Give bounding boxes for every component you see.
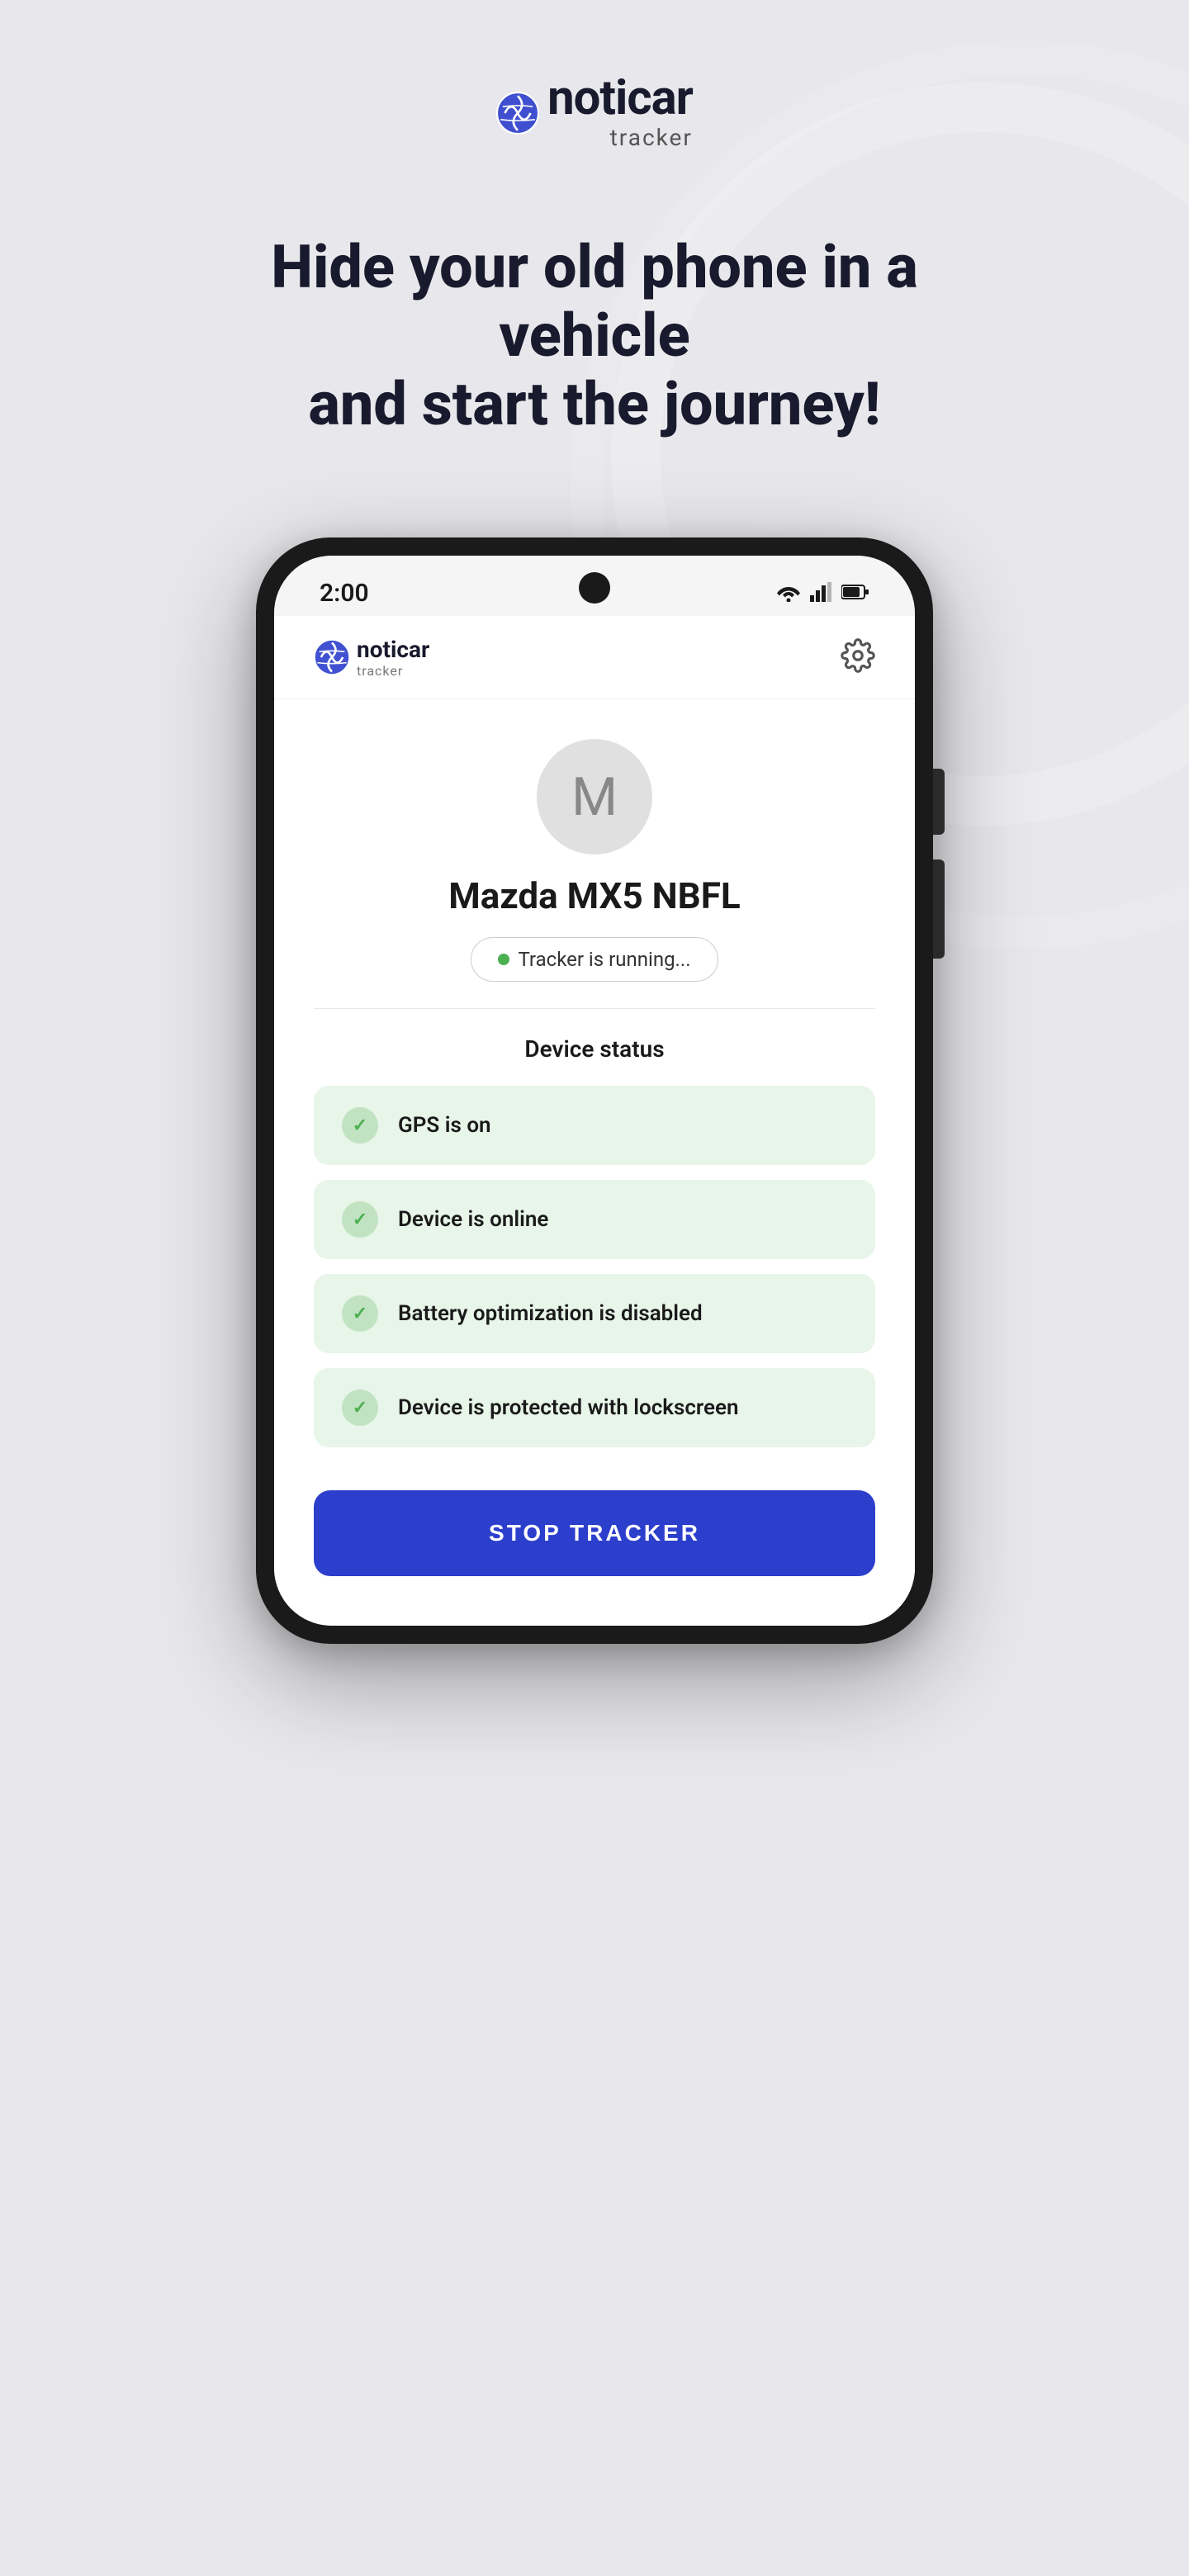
status-text-gps: GPS is on	[398, 1113, 491, 1138]
signal-icon	[810, 582, 833, 605]
status-item-battery: ✓ Battery optimization is disabled	[314, 1274, 875, 1353]
camera-notch	[579, 572, 610, 604]
phone-screen: 2:00	[274, 556, 915, 1626]
check-circle-battery: ✓	[342, 1295, 378, 1332]
car-name: Mazda MX5 NBFL	[448, 874, 740, 917]
stop-tracker-button[interactable]: STOP TRACKER	[314, 1490, 875, 1576]
check-icon-gps: ✓	[353, 1115, 367, 1136]
logo-sub: tracker	[610, 124, 693, 151]
headline: Hide your old phone in a vehicle and sta…	[140, 234, 1049, 438]
check-circle-online: ✓	[342, 1201, 378, 1238]
status-icons	[775, 582, 869, 605]
tracker-status-text: Tracker is running...	[518, 948, 690, 971]
check-circle-gps: ✓	[342, 1107, 378, 1144]
status-text-online: Device is online	[398, 1207, 548, 1232]
avatar: M	[537, 739, 652, 855]
status-time: 2:00	[320, 579, 369, 608]
avatar-letter: M	[571, 766, 618, 828]
phone-mockup: 2:00	[256, 537, 933, 1644]
wifi-icon	[775, 582, 802, 605]
logo-text-block: noticar tracker	[547, 74, 693, 151]
app-logo-small: noticar tracker	[314, 636, 429, 679]
avatar-section: M Mazda MX5 NBFL Tracker is running...	[314, 739, 875, 982]
app-header: noticar tracker	[274, 616, 915, 699]
top-logo: noticar tracker	[496, 74, 693, 151]
status-item-gps: ✓ GPS is on	[314, 1086, 875, 1165]
app-brand: noticar	[357, 636, 429, 663]
globe-icon	[496, 92, 539, 135]
check-circle-lockscreen: ✓	[342, 1390, 378, 1426]
logo-brand: noticar	[547, 74, 693, 122]
check-icon-lockscreen: ✓	[353, 1398, 367, 1418]
check-icon-battery: ✓	[353, 1304, 367, 1324]
settings-icon[interactable]	[841, 638, 875, 676]
battery-icon	[841, 585, 869, 603]
status-item-lockscreen: ✓ Device is protected with lockscreen	[314, 1368, 875, 1447]
status-item-online: ✓ Device is online	[314, 1180, 875, 1259]
divider	[314, 1008, 875, 1009]
status-text-lockscreen: Device is protected with lockscreen	[398, 1395, 739, 1420]
device-status-section: Device status ✓ GPS is on ✓	[314, 1035, 875, 1447]
status-items: ✓ GPS is on ✓ Device is online	[314, 1086, 875, 1447]
phone-frame: 2:00	[256, 537, 933, 1644]
check-icon-online: ✓	[353, 1210, 367, 1230]
status-text-battery: Battery optimization is disabled	[398, 1301, 703, 1326]
status-bar: 2:00	[274, 556, 915, 616]
section-title: Device status	[314, 1035, 875, 1063]
app-sub: tracker	[357, 663, 429, 679]
status-dot	[498, 954, 509, 965]
tracker-status-badge: Tracker is running...	[471, 937, 718, 982]
app-content: M Mazda MX5 NBFL Tracker is running... D…	[274, 699, 915, 1626]
app-globe-icon	[314, 639, 350, 675]
